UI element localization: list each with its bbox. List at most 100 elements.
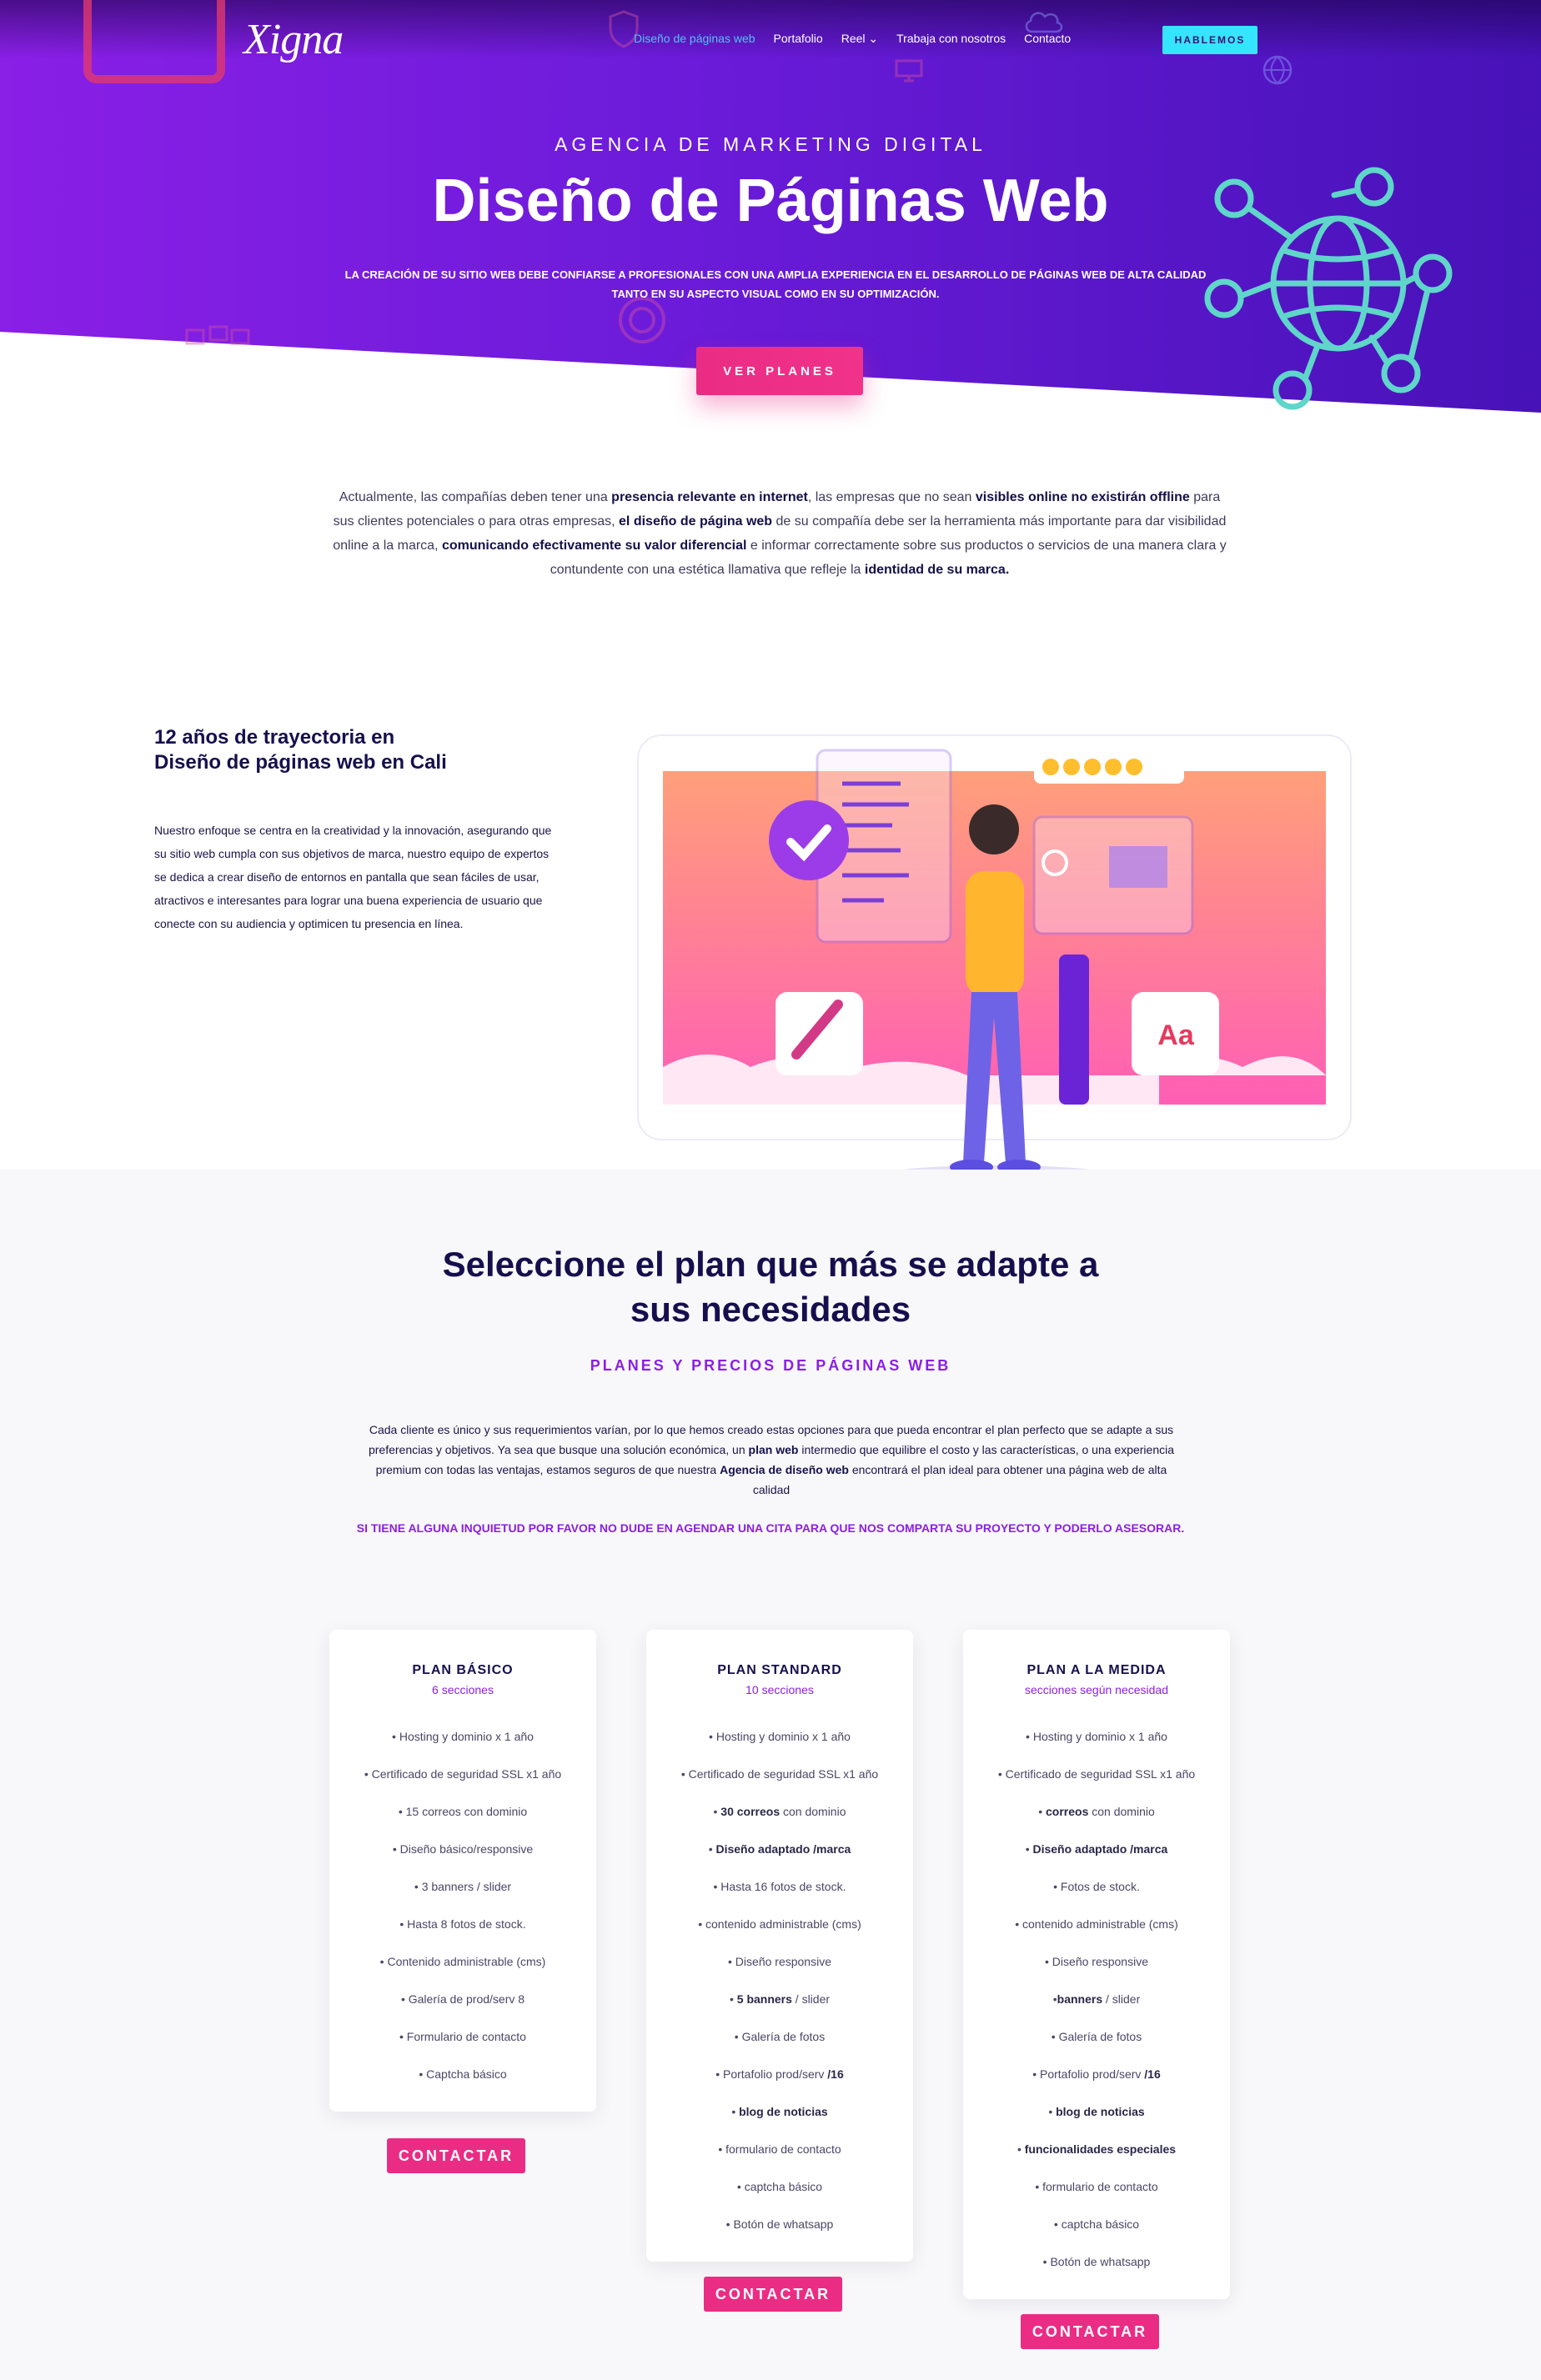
plan-features: • Hosting y dominio x 1 año • Certificado… — [963, 1728, 1230, 2299]
plan-feature-text: Diseño adaptado /marca — [1032, 1842, 1168, 1856]
plan-feature-text: • formulario de contacto — [1035, 2180, 1158, 2193]
plan-feature-item: • Hasta 16 fotos de stock. — [646, 1878, 913, 1916]
plan-feature-text: /16 — [827, 2067, 844, 2081]
nav-item-diseno[interactable]: Diseño de páginas web — [634, 32, 755, 46]
plans-title-line: Seleccione el plan que más se adapte a — [442, 1245, 1099, 1284]
plan-feature-item: • blog de noticias — [646, 2103, 913, 2141]
globe-network-icon — [1204, 167, 1453, 410]
plans-subtitle: PLANES Y PRECIOS DE PÁGINAS WEB — [590, 1357, 951, 1374]
plan-feature-item: • 15 correos con dominio — [329, 1803, 596, 1841]
plan-feature-text: • Formulario de contacto — [399, 2030, 526, 2043]
plan-feature-text: con dominio — [780, 1805, 846, 1818]
plan-feature-item: • captcha básico — [646, 2178, 913, 2216]
plans-title: Seleccione el plan que más se adapte a s… — [0, 1242, 1541, 1332]
plan-feature-text: / slider — [1102, 1992, 1141, 2006]
plan-title: PLAN BÁSICO — [412, 1663, 514, 1677]
plan-card-medida: PLAN A LA MEDIDA secciones según necesid… — [963, 1630, 1230, 2299]
plan-feature-item: • Hosting y dominio x 1 año — [329, 1728, 596, 1766]
plan-features: • Hosting y dominio x 1 año • Certificado… — [329, 1728, 596, 2112]
plan-feature-text: / slider — [791, 1992, 831, 2006]
plans-note: SI TIENE ALGUNA INQUIETUD POR FAVOR NO D… — [356, 1521, 1185, 1535]
plan-feature-text: /16 — [1144, 2067, 1161, 2081]
plan-feature-item: • captcha básico — [963, 2216, 1230, 2253]
header-bar — [0, 0, 1541, 58]
plan-feature-item: • Botón de whatsapp — [646, 2216, 913, 2253]
plan-feature-text: Diseño adaptado /marca — [715, 1842, 851, 1856]
nav-item-contacto[interactable]: Contacto — [1024, 32, 1071, 46]
plan-feature-text: • Portafolio prod/serv — [1032, 2067, 1145, 2081]
contactar-button-basico[interactable]: CONTACTAR — [387, 2138, 525, 2173]
logo[interactable]: Xigna — [243, 15, 344, 64]
plan-feature-text: • Galería de fotos — [1051, 2030, 1142, 2043]
illustration-aa-text: Aa — [1157, 1020, 1195, 1051]
plan-feature-text: • contenido administrable (cms) — [698, 1917, 861, 1931]
plan-feature-text: • Diseño básico/responsive — [392, 1842, 534, 1856]
plans-title-line: sus necesidades — [630, 1290, 911, 1329]
plan-feature-text: • Certificado de seguridad SSL x1 año — [680, 1767, 879, 1781]
plan-feature-text: • — [1016, 2142, 1025, 2156]
nav-item-portafolio[interactable]: Portafolio — [774, 32, 823, 46]
plan-feature-text: • — [729, 1992, 737, 2006]
plan-feature-item: • Certificado de seguridad SSL x1 año — [329, 1766, 596, 1803]
plan-feature-text: correos — [1046, 1805, 1089, 1818]
experience-title-line: 12 años de trayectoria en — [154, 726, 395, 749]
plan-feature-item: • Diseño adaptado /marca — [963, 1841, 1230, 1878]
plan-feature-text: funcionalidades especiales — [1024, 2142, 1177, 2156]
plan-feature-item: • formulario de contacto — [646, 2141, 913, 2178]
intro-bold: comunicando efectivamente su valor difer… — [441, 539, 747, 553]
plan-feature-item: • Portafolio prod/serv /16 — [963, 2066, 1230, 2103]
web-designer-illustration: Aa — [637, 734, 1352, 1182]
plan-feature-item: • Fotos de stock. — [963, 1878, 1230, 1916]
nav-item-reel[interactable]: Reel ⌄ — [841, 32, 878, 46]
plan-title: PLAN STANDARD — [717, 1663, 842, 1677]
plan-feature-item: • 5 banners / slider — [646, 1991, 913, 2028]
plan-feature-text: blog de noticias — [739, 2105, 828, 2118]
plan-feature-item: • Certificado de seguridad SSL x1 año — [963, 1766, 1230, 1803]
plan-feature-text: • — [1048, 2105, 1057, 2118]
plan-feature-item: • Galería de fotos — [963, 2028, 1230, 2066]
plan-feature-item: • Diseño responsive — [963, 1953, 1230, 1991]
plan-feature-text: 5 banners — [736, 1992, 792, 2006]
plan-feature-text: • Galería de fotos — [734, 2030, 826, 2043]
plan-feature-text: • Fotos de stock. — [1053, 1880, 1140, 1893]
experience-text: Nuestro enfoque se centra en la creativi… — [154, 824, 552, 930]
hero-description: LA CREACIÓN DE SU SITIO WEB DEBE CONFIAR… — [344, 268, 1207, 300]
plans-description: Cada cliente es único y sus requerimient… — [359, 1420, 1184, 1500]
plan-feature-text: • — [1038, 1805, 1047, 1818]
nav-item-trabaja[interactable]: Trabaja con nosotros — [896, 32, 1006, 46]
plan-feature-item: • Hosting y dominio x 1 año — [963, 1728, 1230, 1766]
hablemos-button[interactable]: HABLEMOS — [1162, 26, 1257, 54]
ver-planes-button[interactable]: VER PLANES — [696, 347, 863, 395]
plan-feature-item: • Diseño adaptado /marca — [646, 1841, 913, 1878]
plan-feature-item: • Galería de prod/serv 8 — [329, 1991, 596, 2028]
plan-feature-text: • Diseño responsive — [728, 1955, 831, 1968]
plan-feature-text: • Certificado de seguridad SSL x1 año — [364, 1767, 562, 1781]
plan-feature-text: • Certificado de seguridad SSL x1 año — [997, 1767, 1196, 1781]
contactar-button-standard[interactable]: CONTACTAR — [704, 2277, 842, 2312]
plan-feature-item: • 3 banners / slider — [329, 1878, 596, 1916]
plan-feature-item: • blog de noticias — [963, 2103, 1230, 2141]
plan-feature-text: • — [731, 2105, 740, 2118]
plan-feature-text: • formulario de contacto — [718, 2142, 841, 2156]
plan-feature-text: • contenido administrable (cms) — [1015, 1917, 1178, 1931]
plan-feature-item: • Portafolio prod/serv /16 — [646, 2066, 913, 2103]
plan-feature-item: • 30 correos con dominio — [646, 1803, 913, 1841]
plan-feature-text: con dominio — [1088, 1805, 1155, 1818]
plan-feature-text: • Hosting y dominio x 1 año — [1026, 1730, 1167, 1743]
plan-feature-item: • correos con dominio — [963, 1803, 1230, 1841]
plan-feature-item: • Galería de fotos — [646, 2028, 913, 2066]
intro-bold: el diseño de página web — [619, 514, 773, 529]
main-nav: Diseño de páginas web Portafolio Reel ⌄ … — [634, 32, 1071, 46]
experience-title: 12 años de trayectoria en Diseño de pági… — [154, 725, 571, 775]
plan-feature-item: •banners / slider — [963, 1991, 1230, 2028]
decorative-frame — [83, 0, 225, 83]
intro-bold: identidad de su marca. — [864, 563, 1010, 577]
plan-feature-text: • Hasta 8 fotos de stock. — [399, 1917, 526, 1931]
plan-feature-text: • captcha básico — [1053, 2217, 1140, 2231]
plan-card-basico: PLAN BÁSICO 6 secciones • Hosting y domi… — [329, 1630, 596, 2112]
intro-bold: presencia relevante en internet — [611, 490, 808, 504]
globe-small-icon — [1262, 55, 1293, 85]
plan-subtitle: 6 secciones — [432, 1683, 494, 1696]
contactar-button-medida[interactable]: CONTACTAR — [1021, 2314, 1159, 2349]
plan-feature-item: • contenido administrable (cms) — [963, 1916, 1230, 1953]
